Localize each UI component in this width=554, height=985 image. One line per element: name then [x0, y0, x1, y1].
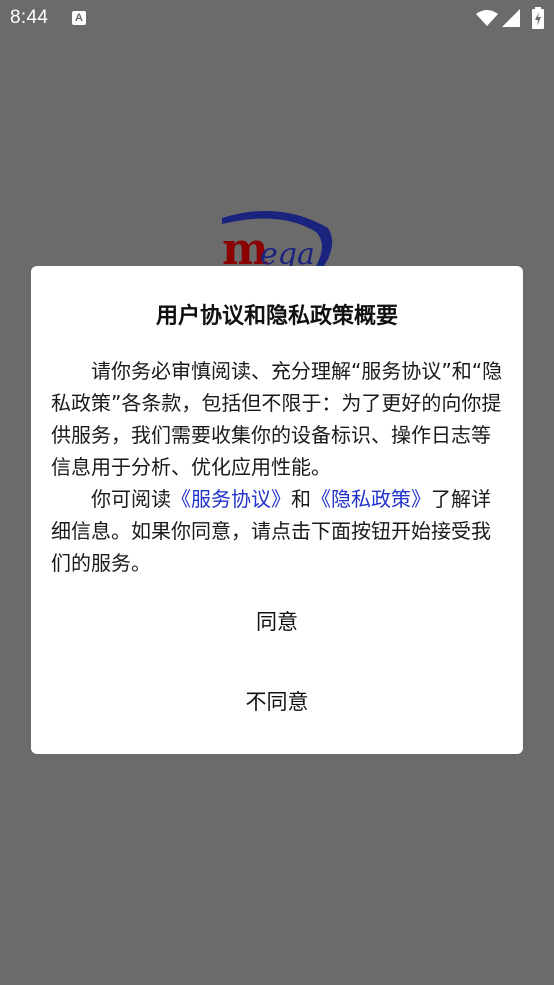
signal-icon	[502, 9, 520, 27]
battery-charging-icon	[532, 7, 544, 29]
service-agreement-link[interactable]: 《服务协议》	[171, 487, 291, 511]
wifi-icon	[476, 10, 498, 26]
notification-icon: A	[72, 11, 86, 25]
agree-button[interactable]: 同意	[31, 597, 523, 647]
dialog-paragraph-1: 请你务必审慎阅读、充分理解“服务协议”和“隐私政策”各条款，包括但不限于：为了更…	[51, 359, 503, 479]
notification-glyph: A	[75, 12, 83, 24]
logo-text: ega	[260, 237, 315, 268]
disagree-button[interactable]: 不同意	[31, 677, 523, 727]
dialog-title: 用户协议和隐私政策概要	[155, 304, 398, 329]
privacy-policy-link[interactable]: 《隐私政策》	[311, 487, 431, 511]
mega-logo: m ega	[222, 210, 333, 268]
paragraph-2-and: 和	[291, 487, 311, 511]
dialog-paragraph-2: 你可阅读《服务协议》和《隐私政策》了解详细信息。如果你同意，请点击下面按钮开始接…	[51, 483, 505, 579]
agreement-dialog: 用户协议和隐私政策概要 请你务必审慎阅读、充分理解“服务协议”和“隐私政策”各条…	[31, 266, 523, 754]
dialog-body: 请你务必审慎阅读、充分理解“服务协议”和“隐私政策”各条款，包括但不限于：为了更…	[51, 355, 505, 579]
status-bar: 8:44 A	[0, 0, 554, 36]
status-time: 8:44	[10, 7, 49, 28]
paragraph-2-prefix: 你可阅读	[91, 487, 171, 511]
